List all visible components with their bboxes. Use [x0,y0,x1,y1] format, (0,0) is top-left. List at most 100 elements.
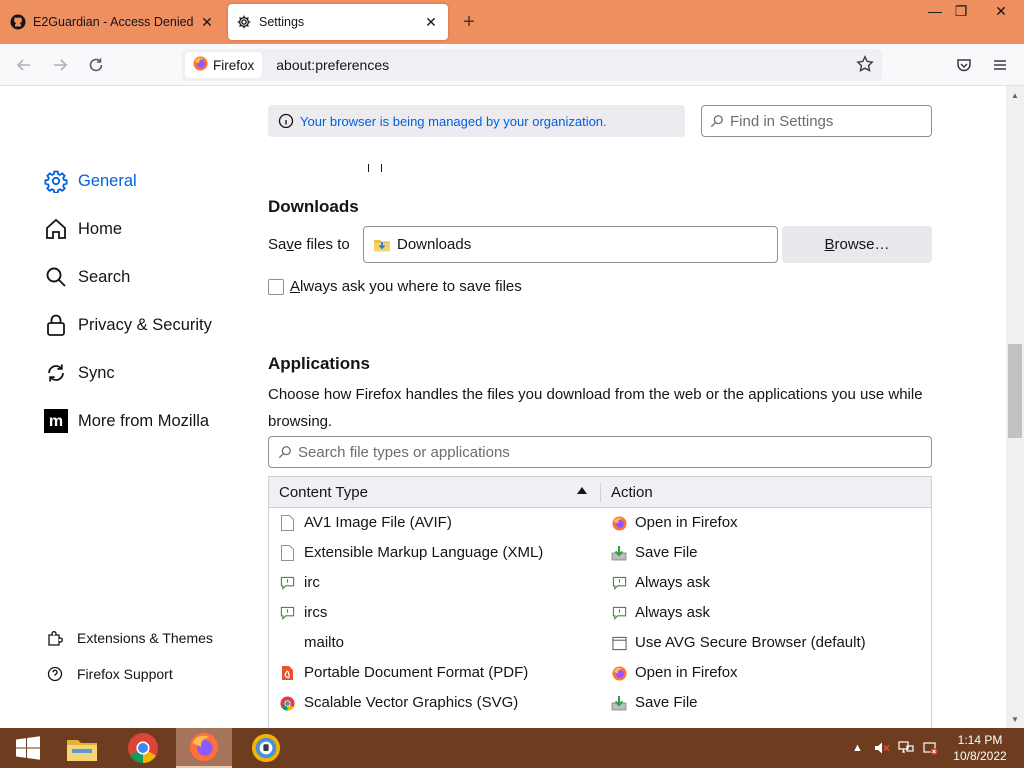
table-row[interactable]: Portable Document Format (PDF) Open in F… [269,658,931,688]
page-scrollbar[interactable]: ▲ ▼ [1006,86,1024,728]
arrow-right-icon [54,59,68,71]
action-name: Save File [635,544,698,561]
sidebar-extensions-themes[interactable]: Extensions & Themes [46,629,213,647]
gear-icon [44,169,68,193]
ask-icon [611,575,627,591]
search-file-types-placeholder: Search file types or applications [298,443,510,461]
download-folder-name: Downloads [397,236,472,253]
find-in-settings-input[interactable]: Find in Settings [701,105,932,137]
hamburger-menu-icon [994,60,1006,70]
action-name: Open in Firefox [635,664,738,681]
ask-icon [611,605,627,621]
system-clock[interactable]: 1:14 PM 10/8/2022 [944,732,1016,764]
table-row[interactable]: Extensible Markup Language (XML) Save Fi… [269,538,931,568]
save-files-label: Save files to [268,236,350,253]
taskbar-chrome[interactable] [115,728,171,768]
scroll-up-arrow-icon[interactable]: ▲ [1006,88,1024,102]
mozilla-icon: m [44,409,68,433]
settings-content: Your browser is being managed by your or… [0,86,1006,728]
content-type-name: Scalable Vector Graphics (SVG) [304,694,519,711]
clock-date: 10/8/2022 [953,749,1007,763]
policy-notice-text: Your browser is being managed by your or… [300,113,607,129]
new-tab-button[interactable]: + [458,11,480,33]
url-text[interactable]: about:preferences [276,57,389,73]
sidebar-item-more-from-mozilla[interactable]: m More from Mozilla [44,406,209,436]
column-header-action[interactable]: Action [611,484,653,501]
table-row[interactable]: mailto Use AVG Secure Browser (default) [269,628,931,658]
url-bar[interactable]: Firefox about:preferences [182,49,882,81]
action-name: Always ask [635,604,711,621]
forward-button[interactable] [47,52,73,78]
restore-button[interactable]: ❐ [946,0,976,22]
taskbar-file-explorer[interactable] [54,728,110,768]
scrollbar-thumb[interactable] [1008,344,1022,438]
column-separator[interactable] [600,483,601,502]
policy-notice[interactable]: Your browser is being managed by your or… [268,105,685,137]
find-placeholder: Find in Settings [730,112,834,130]
network-icon[interactable] [898,728,914,768]
svg-text:m: m [49,413,63,430]
firefox-icon [193,56,208,74]
table-row[interactable]: Scalable Vector Graphics (SVG) Save File [269,688,931,718]
sidebar-item-label: Home [78,219,123,238]
save-file-icon [611,695,627,711]
download-folder-field[interactable]: Downloads [363,226,778,263]
tab-strip: E2Guardian - Access Denied ✕ Settings ✕ … [0,0,1024,44]
tab-e2guardian[interactable]: E2Guardian - Access Denied ✕ [0,4,224,40]
table-row[interactable]: ircs Always ask [269,598,931,628]
close-window-button[interactable]: ✕ [986,0,1016,22]
back-button[interactable] [11,52,37,78]
chat-icon [279,605,295,621]
windows-taskbar: ▲ 1:14 PM 10/8/2022 [0,728,1024,768]
reload-button[interactable] [83,52,109,78]
bookmark-star-icon[interactable] [856,55,874,77]
navigation-toolbar: Firefox about:preferences [0,44,1024,86]
pocket-icon [957,59,971,72]
search-icon [710,114,724,128]
pdf-icon [279,665,295,681]
sidebar-item-search[interactable]: Search [44,262,130,292]
content-type-name: Portable Document Format (PDF) [304,664,529,681]
notification-warning-icon[interactable] [922,728,938,768]
start-button[interactable] [0,728,56,768]
taskbar-avg-browser[interactable] [238,728,294,768]
browse-button[interactable]: Browse… [782,226,932,263]
sidebar-item-label: Search [78,267,131,286]
always-ask-checkbox[interactable] [268,279,284,295]
sidebar-foot-label: Firefox Support [77,666,173,682]
scroll-down-arrow-icon[interactable]: ▼ [1006,712,1024,726]
app-menu-button[interactable] [987,52,1013,78]
always-ask-label[interactable]: Always ask you where to save files [290,278,522,295]
pocket-button[interactable] [951,52,977,78]
table-row[interactable]: AV1 Image File (AVIF) Open in Firefox [269,508,931,538]
sidebar-item-privacy-security[interactable]: Privacy & Security [44,310,212,340]
downloads-heading: Downloads [268,197,359,216]
taskbar-firefox[interactable] [176,728,232,768]
sidebar-item-label: More from Mozilla [78,411,210,430]
sidebar-item-sync[interactable]: Sync [44,358,115,388]
content-type-name: ircs [304,604,328,621]
firefox-icon [611,515,627,531]
column-header-content-type[interactable]: Content Type [279,484,368,501]
sidebar-item-home[interactable]: Home [44,214,122,244]
sidebar-firefox-support[interactable]: Firefox Support [46,665,173,683]
close-tab-icon[interactable]: ✕ [196,11,218,33]
tab-settings[interactable]: Settings ✕ [228,4,448,40]
sidebar-item-label: Sync [78,363,115,382]
github-icon [10,14,26,30]
chrome-icon [128,733,158,764]
show-hidden-icons-button[interactable]: ▲ [852,728,863,768]
info-icon [278,113,294,129]
close-tab-icon[interactable]: ✕ [420,11,442,33]
identity-box[interactable]: Firefox [185,52,263,78]
table-header: Content Type Action [269,477,931,508]
app-icon [611,635,627,651]
search-file-types-input[interactable]: Search file types or applications [268,436,932,468]
tab-title: Settings [259,15,305,29]
arrow-left-icon [16,59,30,71]
tab-title: E2Guardian - Access Denied [33,15,194,29]
volume-muted-icon[interactable] [874,728,890,768]
action-name: Use AVG Secure Browser (default) [635,634,866,651]
sidebar-item-general[interactable]: General [44,166,137,196]
table-row[interactable]: irc Always ask [269,568,931,598]
